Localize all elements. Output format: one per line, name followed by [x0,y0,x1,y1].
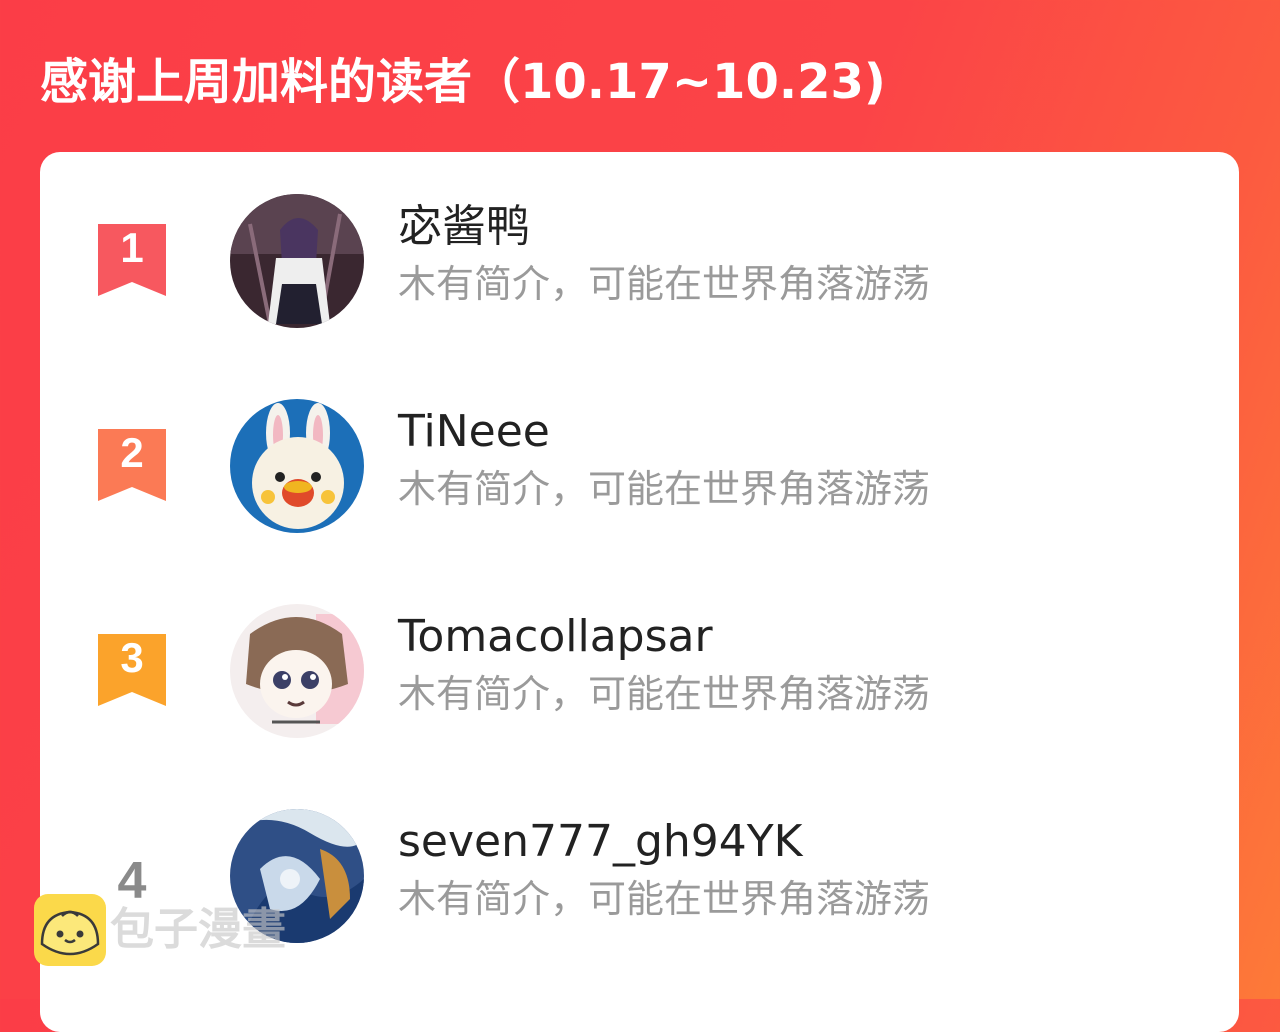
avatar[interactable] [230,194,364,328]
reader-name[interactable]: Tomacollapsar [398,610,713,664]
reader-name[interactable]: TiNeee [398,405,550,459]
reader-row[interactable]: 2 TiNeee 木有简介，可能在世界角落游荡 [40,397,1239,537]
bun-logo-icon [34,894,106,966]
reader-bio: 木有简介，可能在世界角落游荡 [398,262,931,306]
watermark-text: 包子漫畫 [110,904,286,955]
avatar[interactable] [230,604,364,738]
rank-badge-1: 1 [98,224,166,296]
reader-row[interactable]: 3 Tomacollapsar 木有简介，可能在世界角落游荡 [40,602,1239,742]
reader-name[interactable]: seven777_gh94YK [398,815,803,869]
reader-bio: 木有简介，可能在世界角落游荡 [398,467,931,511]
watermark: 包子漫畫 [34,894,334,966]
reader-name[interactable]: 宓酱鸭 [398,200,530,254]
avatar[interactable] [230,399,364,533]
reader-bio: 木有简介，可能在世界角落游荡 [398,877,931,921]
rank-badge-2: 2 [98,429,166,501]
rank-number: 3 [120,634,143,681]
rank-badge-3: 3 [98,634,166,706]
page-title: 感谢上周加料的读者（10.17~10.23) [40,54,886,110]
reader-row[interactable]: 1 宓酱鸭 木有简介，可能在世界角落游荡 [40,192,1239,332]
reader-bio: 木有简介，可能在世界角落游荡 [398,672,931,716]
rank-number: 2 [120,429,143,476]
rank-number: 1 [120,224,143,271]
